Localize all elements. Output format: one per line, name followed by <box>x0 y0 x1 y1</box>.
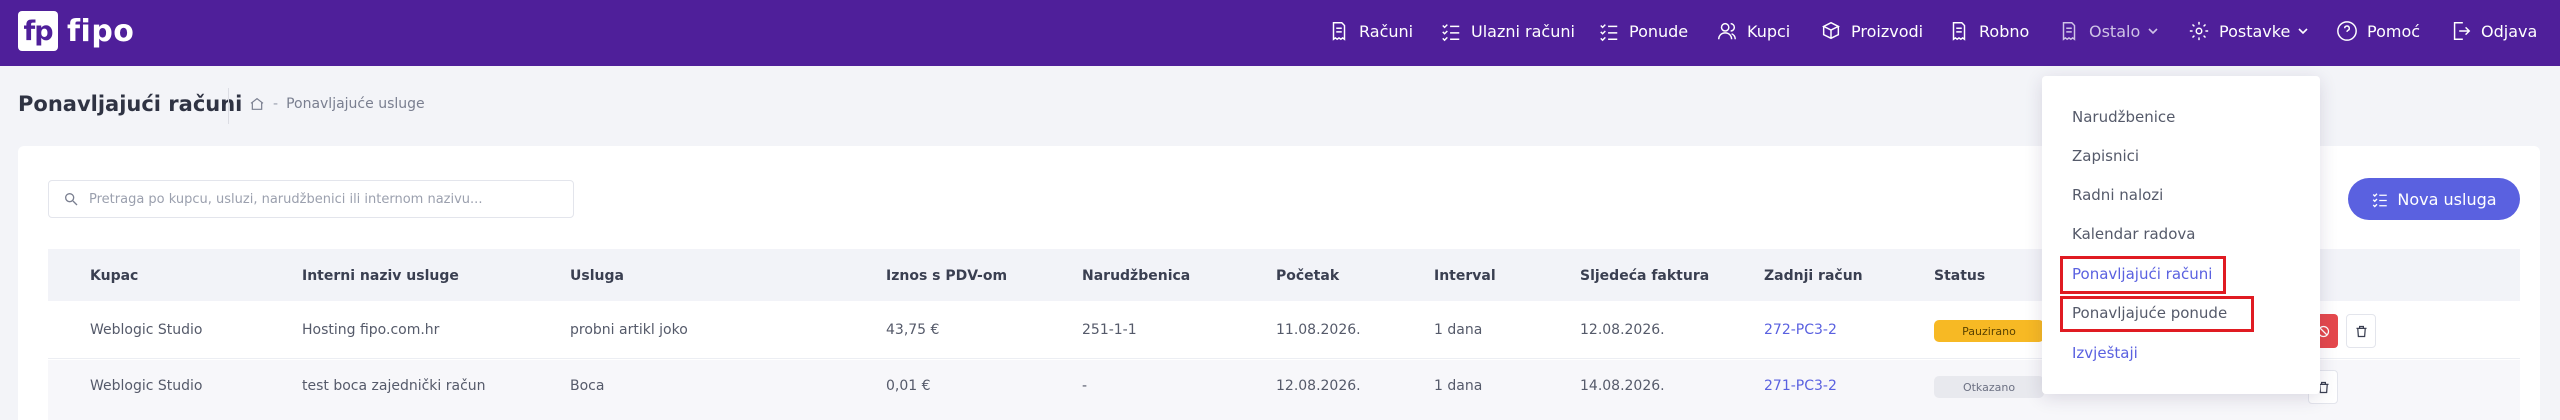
invoice-icon <box>1332 22 1346 41</box>
cell-zadnji-racun-link[interactable]: 271-PC3-2 <box>1764 378 1837 394</box>
column-header-interval[interactable]: Interval <box>1434 268 1496 284</box>
nav-label: Ponude <box>1629 21 1689 41</box>
products-icon <box>1822 21 1840 40</box>
checklist-icon <box>1442 24 1460 42</box>
cell-usluga: probni artikl joko <box>570 322 688 338</box>
nav-racuni[interactable]: Računi <box>1328 0 1413 62</box>
breadcrumb-current: Ponavljajuće usluge <box>286 96 425 112</box>
chevron-down-icon <box>2148 28 2158 35</box>
invoice-icon <box>2062 22 2076 41</box>
top-navbar: fp fipo Računi Ulazni računi Ponude Kupc… <box>0 0 2560 66</box>
cell-kupac: Weblogic Studio <box>90 322 203 338</box>
trash-icon <box>2356 325 2366 337</box>
status-badge: Pauzirano <box>1934 320 2044 342</box>
nav-label: Računi <box>1359 21 1414 41</box>
title-divider <box>228 88 229 124</box>
nav-kupci[interactable]: Kupci <box>1716 0 1790 62</box>
search-box[interactable] <box>48 180 574 218</box>
logo-name: fipo <box>67 13 135 49</box>
invoice-icon <box>1952 22 1966 41</box>
logout-icon <box>2453 22 2471 40</box>
help-icon <box>2337 21 2357 41</box>
nav-ulazni-racuni[interactable]: Ulazni računi <box>1440 0 1575 62</box>
nav-postavke[interactable]: Postavke <box>2188 0 2309 62</box>
cell-interval: 1 dana <box>1434 322 1483 338</box>
gear-icon <box>2189 21 2209 41</box>
cell-sljedeca-faktura: 14.08.2026. <box>1580 378 1665 394</box>
delete-button[interactable] <box>2346 314 2376 348</box>
nav-ponude[interactable]: Ponude <box>1598 0 1688 62</box>
search-icon <box>65 193 78 206</box>
column-header-zadnji-racun[interactable]: Zadnji račun <box>1764 268 1863 284</box>
nav-label: Robno <box>1979 21 2030 41</box>
cell-pocetak: 12.08.2026. <box>1276 378 1361 394</box>
cell-pocetak: 11.08.2026. <box>1276 322 1361 338</box>
checklist-icon <box>1600 24 1618 42</box>
column-header-usluga[interactable]: Usluga <box>570 268 624 284</box>
status-badge: Otkazano <box>1934 376 2044 398</box>
logo-mark: fp <box>18 11 58 51</box>
cell-iznos: 43,75 € <box>886 322 940 338</box>
nav-label: Ostalo <box>2089 21 2141 41</box>
new-service-label: Nova usluga <box>2397 189 2497 209</box>
nav-ostalo[interactable]: Ostalo <box>2058 0 2159 62</box>
cell-usluga: Boca <box>570 378 605 394</box>
checklist-icon <box>2373 193 2388 208</box>
column-header-pocetak[interactable]: Početak <box>1276 268 1339 284</box>
cell-zadnji-racun-link[interactable]: 272-PC3-2 <box>1764 322 1837 338</box>
fipo-logo[interactable]: fp fipo <box>18 11 134 51</box>
nav-label: Pomoć <box>2367 21 2421 41</box>
highlight-box <box>2060 256 2226 294</box>
new-service-button[interactable]: Nova usluga <box>2348 178 2520 220</box>
menu-item-izvjestaji[interactable]: Izvještaji <box>2072 344 2138 362</box>
search-input[interactable] <box>89 191 569 207</box>
column-header-narudzbenica[interactable]: Narudžbenica <box>1082 268 1190 284</box>
page-title: Ponavljajući računi <box>18 92 243 116</box>
chevron-down-icon <box>2298 28 2308 35</box>
column-header-interni-naziv[interactable]: Interni naziv usluge <box>302 268 459 284</box>
users-icon <box>1718 22 1736 40</box>
nav-label: Ulazni računi <box>1471 21 1575 41</box>
column-header-iznos[interactable]: Iznos s PDV-om <box>886 268 1007 284</box>
cell-kupac: Weblogic Studio <box>90 378 203 394</box>
cell-narudzbenica: 251-1-1 <box>1082 322 1137 338</box>
cell-interni-naziv: Hosting fipo.com.hr <box>302 322 440 338</box>
cell-iznos: 0,01 € <box>886 378 931 394</box>
nav-label: Odjava <box>2481 21 2538 41</box>
nav-label: Proizvodi <box>1851 21 1924 41</box>
column-header-status[interactable]: Status <box>1934 268 1985 284</box>
cell-sljedeca-faktura: 12.08.2026. <box>1580 322 1665 338</box>
cell-narudzbenica: - <box>1082 378 1088 394</box>
home-icon[interactable] <box>249 96 265 112</box>
nav-proizvodi[interactable]: Proizvodi <box>1820 0 1923 62</box>
nav-robno[interactable]: Robno <box>1948 0 2029 62</box>
menu-item-kalendar-radova[interactable]: Kalendar radova <box>2072 225 2195 243</box>
breadcrumb-separator: - <box>273 96 279 112</box>
breadcrumb: - Ponavljajuće usluge <box>249 96 425 112</box>
highlight-box <box>2060 296 2254 332</box>
cell-interval: 1 dana <box>1434 378 1483 394</box>
column-header-kupac[interactable]: Kupac <box>90 268 138 284</box>
nav-label: Postavke <box>2219 21 2291 41</box>
menu-item-zapisnici[interactable]: Zapisnici <box>2072 147 2139 165</box>
cell-interni-naziv: test boca zajednički račun <box>302 378 486 394</box>
column-header-sljedeca-faktura[interactable]: Sljedeća faktura <box>1580 268 1709 284</box>
menu-item-narudzbenice[interactable]: Narudžbenice <box>2072 108 2175 126</box>
nav-odjava[interactable]: Odjava <box>2450 0 2537 62</box>
menu-item-radni-nalozi[interactable]: Radni nalozi <box>2072 186 2163 204</box>
nav-label: Kupci <box>1747 21 1791 41</box>
nav-pomoc[interactable]: Pomoć <box>2336 0 2420 62</box>
